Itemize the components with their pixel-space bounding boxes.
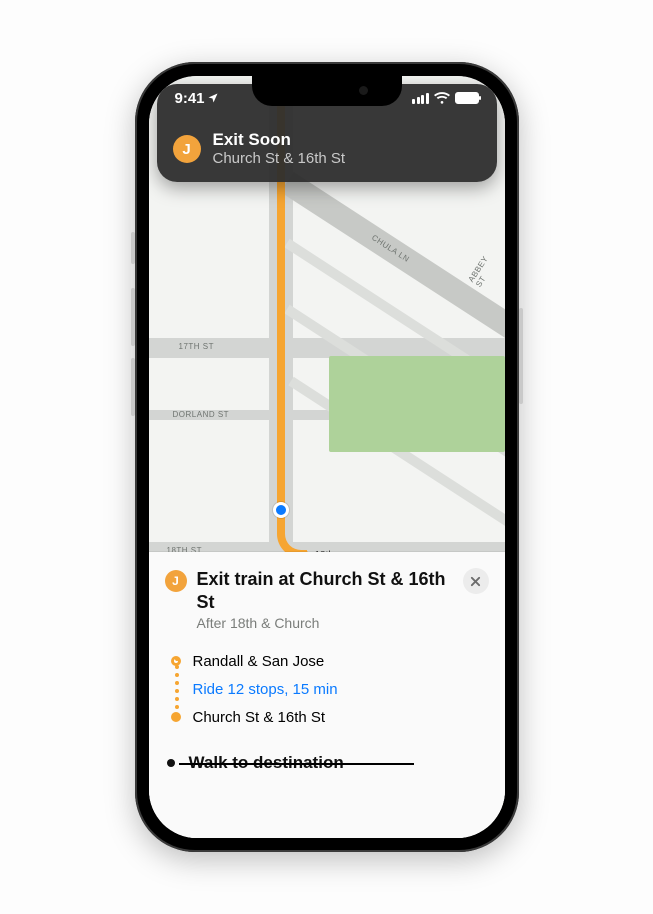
banner-subtitle: Church St & 16th St [213,150,346,168]
volume-down-button [131,358,135,416]
user-location-dot [273,502,289,518]
step-origin-label: Randall & San Jose [193,653,325,670]
ride-summary-link[interactable]: Ride 12 stops, 15 min [193,681,338,698]
walk-bullet-icon [167,759,175,767]
close-button[interactable] [463,568,489,594]
mute-switch [131,232,135,264]
battery-icon [455,92,479,104]
transit-steps: Randall & San Jose Ride 12 stops, 15 min… [171,647,489,731]
wifi-icon [434,92,450,104]
street-label: ABBEY ST [466,245,503,288]
walk-step: Walk to destination [165,753,489,773]
transit-line-badge: J [165,570,187,592]
step-origin: Randall & San Jose [171,647,489,675]
location-arrow-icon [207,92,219,104]
step-title: Exit train at Church St & 16th St [197,568,447,613]
step-dest: Church St & 16th St [171,703,489,731]
volume-up-button [131,288,135,346]
notch [252,76,402,106]
close-icon [470,576,481,587]
status-time: 9:41 [175,90,205,107]
cellular-icon [412,93,429,104]
transit-line-badge: J [173,135,201,163]
directions-sheet[interactable]: J Exit train at Church St & 16th St Afte… [149,552,505,838]
iphone-frame: 9:41 [135,62,519,852]
step-dest-label: Church St & 16th St [193,709,326,726]
step-subtitle: After 18th & Church [197,615,447,631]
walk-label: Walk to destination [189,753,344,773]
park [329,356,505,452]
side-button [519,308,523,404]
street-label: 17TH ST [179,342,215,351]
step-ride[interactable]: Ride 12 stops, 15 min [171,675,489,703]
screen: 9:41 [149,76,505,838]
banner-title: Exit Soon [213,130,346,150]
street-label: DORLAND ST [173,410,230,419]
